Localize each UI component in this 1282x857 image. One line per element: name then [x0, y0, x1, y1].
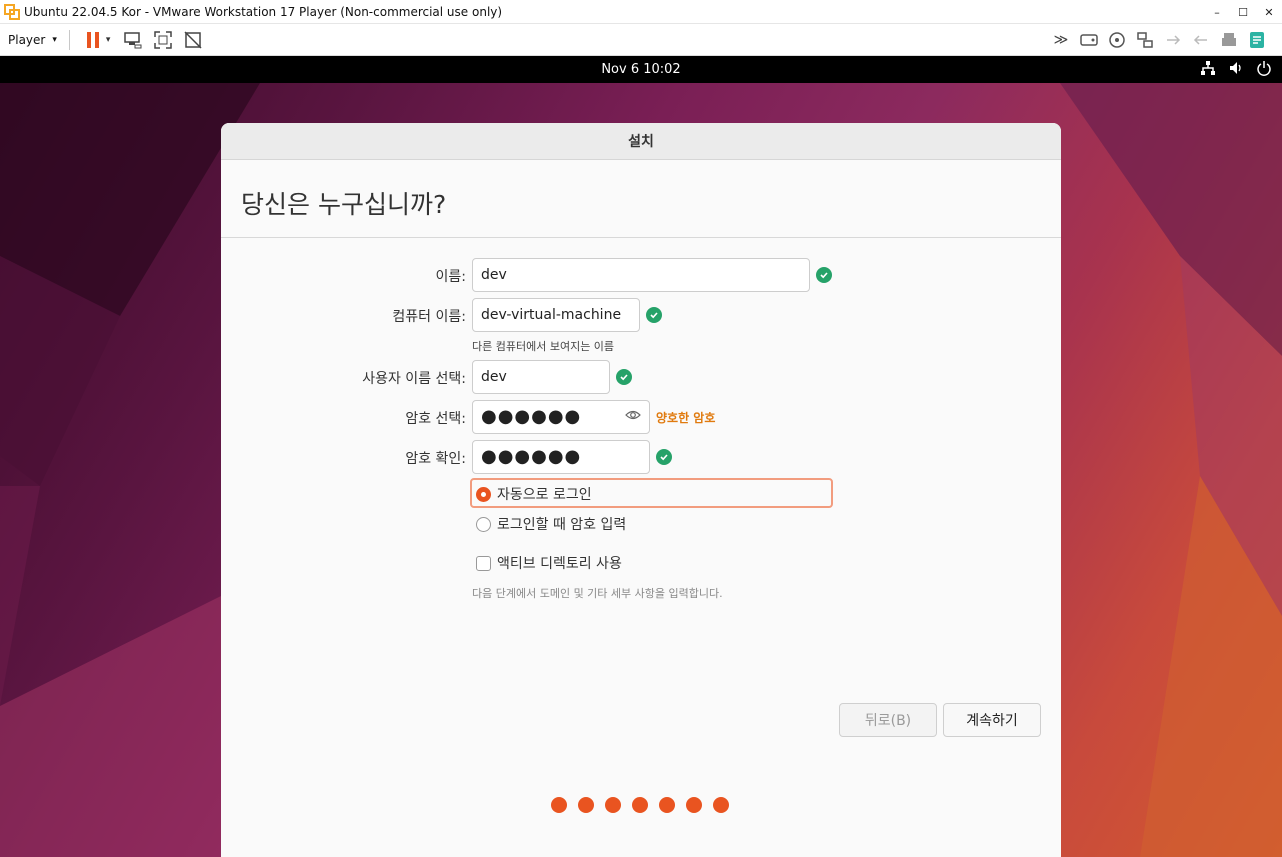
name-valid-check-icon [816, 267, 832, 283]
fullscreen-icon[interactable] [152, 29, 174, 51]
computer-name-valid-check-icon [646, 307, 662, 323]
username-valid-check-icon [616, 369, 632, 385]
network-adapter-icon[interactable] [1134, 29, 1156, 51]
vmware-toolbar: Player ▾ ▾ ≫ [0, 24, 1282, 56]
radio-unselected-indicator [476, 516, 491, 532]
confirm-password-valid-check-icon [656, 449, 672, 465]
password-input[interactable]: ●●●●●● [472, 400, 650, 434]
unity-mode-icon[interactable] [182, 29, 204, 51]
password-label: 암호 선택: [405, 411, 466, 427]
progress-dot [551, 797, 567, 813]
name-input[interactable]: dev [472, 258, 810, 292]
heading-divider [221, 237, 1061, 238]
window-titlebar: Ubuntu 22.04.5 Kor - VMware Workstation … [0, 0, 1282, 24]
auto-login-radio[interactable]: 자동으로 로그인 [476, 484, 592, 504]
vmware-logo-icon [4, 3, 20, 20]
sound-card-icon[interactable] [1190, 29, 1212, 51]
install-progress-dots [551, 797, 729, 813]
toolbar-divider [68, 29, 70, 50]
clock[interactable]: Nov 6 10:02 [601, 62, 680, 77]
printer-icon[interactable] [1218, 29, 1240, 51]
progress-dot [659, 797, 675, 813]
back-button[interactable]: 뒤로(B) [839, 703, 937, 737]
hard-disk-icon[interactable] [1078, 29, 1100, 51]
network-icon [1200, 60, 1216, 80]
player-menu-label: Player [8, 32, 46, 47]
volume-icon [1228, 60, 1244, 80]
require-password-label: 로그인할 때 암호 입력 [497, 517, 627, 533]
system-tray[interactable] [1200, 56, 1272, 83]
dialog-header: 설치 [221, 123, 1061, 160]
checkbox-box [476, 555, 491, 571]
message-log-icon[interactable] [1246, 29, 1268, 51]
pause-menu-caret[interactable]: ▾ [106, 35, 111, 45]
confirm-password-masked-value: ●●●●●● [481, 446, 582, 467]
power-icon [1256, 60, 1272, 80]
computer-name-label: 컴퓨터 이름: [392, 309, 466, 325]
close-button[interactable]: ✕ [1256, 0, 1282, 24]
progress-dot [578, 797, 594, 813]
progress-dot [686, 797, 702, 813]
password-masked-value: ●●●●●● [481, 406, 582, 427]
active-directory-checkbox[interactable]: 액티브 디렉토리 사용 [476, 553, 622, 573]
gnome-top-bar: Nov 6 10:02 [0, 56, 1282, 83]
computer-name-input[interactable]: dev-virtual-machine [472, 298, 640, 332]
name-label: 이름: [435, 269, 466, 285]
player-menu[interactable]: Player ▾ [8, 33, 57, 47]
dialog-title: 설치 [628, 134, 654, 150]
overflow-menu-icon[interactable]: ≫ [1050, 29, 1072, 51]
show-password-eye-icon[interactable] [625, 409, 641, 425]
installer-dialog: 설치 당신은 누구십니까? 이름: dev 컴퓨터 이름: dev-virtua… [221, 123, 1061, 857]
confirm-password-label: 암호 확인: [405, 451, 466, 467]
progress-dot [713, 797, 729, 813]
minimize-button[interactable]: – [1204, 0, 1230, 24]
vm-display[interactable]: Nov 6 10:02 설치 당신은 누구십니까? 이름: dev 컴퓨터 이름… [0, 56, 1282, 857]
password-strength-text: 양호한 암호 [656, 411, 716, 425]
cd-drive-icon[interactable] [1106, 29, 1128, 51]
username-input[interactable]: dev [472, 360, 610, 394]
active-directory-hint: 다음 단계에서 도메인 및 기타 세부 사항을 입력합니다. [472, 587, 723, 600]
send-ctrl-alt-del-icon[interactable] [122, 29, 144, 51]
require-password-radio[interactable]: 로그인할 때 암호 입력 [476, 514, 626, 534]
progress-dot [632, 797, 648, 813]
continue-button[interactable]: 계속하기 [943, 703, 1041, 737]
progress-dot [605, 797, 621, 813]
confirm-password-input[interactable]: ●●●●●● [472, 440, 650, 474]
usb-device-icon[interactable] [1162, 29, 1184, 51]
chevron-down-icon: ▾ [52, 34, 57, 45]
window-title: Ubuntu 22.04.5 Kor - VMware Workstation … [24, 4, 503, 19]
maximize-button[interactable]: ☐ [1230, 0, 1256, 24]
username-label: 사용자 이름 선택: [362, 371, 466, 387]
auto-login-label: 자동으로 로그인 [497, 487, 592, 503]
page-title: 당신은 누구십니까? [241, 190, 447, 219]
radio-selected-indicator [476, 486, 491, 502]
pause-icon[interactable] [82, 29, 104, 51]
active-directory-label: 액티브 디렉토리 사용 [497, 556, 622, 572]
computer-name-hint: 다른 컴퓨터에서 보여지는 이름 [472, 340, 615, 353]
